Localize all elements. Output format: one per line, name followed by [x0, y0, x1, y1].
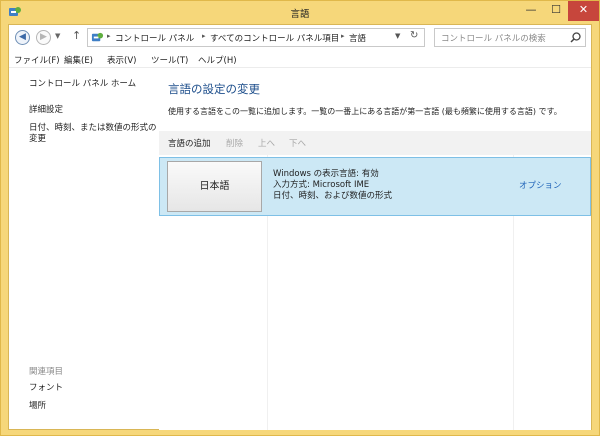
options-link[interactable]: オプション — [519, 179, 562, 191]
breadcrumb-all-items[interactable]: すべてのコントロール パネル項目 — [210, 32, 339, 44]
control-panel-home-link[interactable]: コントロール パネル ホーム — [29, 79, 136, 90]
language-details: Windows の表示言語: 有効 入力方式: Microsoft IME 日付… — [273, 169, 392, 202]
fonts-link[interactable]: フォント — [29, 383, 63, 394]
link-text-line: 変更 — [29, 134, 47, 144]
input-method: 入力方式: Microsoft IME — [273, 180, 370, 190]
control-panel-window: 言語 — ☐ ✕ ◀ ▶ ▼ ↑ ▸ コントロール パネル ▸ すべてのコントロ… — [0, 0, 600, 436]
advanced-settings-link[interactable]: 詳細設定 — [29, 105, 63, 116]
language-toolbar: 言語の追加 削除 上へ 下へ — [159, 131, 591, 155]
up-button[interactable]: ↑ — [72, 29, 81, 42]
address-bar[interactable]: ▸ コントロール パネル ▸ すべてのコントロール パネル項目 ▸ 言語 ▼ ↻ — [87, 28, 425, 47]
chevron-right-icon[interactable]: ▸ — [107, 32, 111, 40]
menu-help[interactable]: ヘルプ(H) — [198, 54, 237, 66]
language-button[interactable]: 日本語 — [167, 161, 262, 212]
breadcrumb-language[interactable]: 言語 — [349, 32, 366, 44]
format-info: 日付、時刻、および数値の形式 — [273, 191, 393, 201]
menu-file[interactable]: ファイル(F) — [14, 54, 60, 66]
menu-tools[interactable]: ツール(T) — [151, 54, 188, 66]
title-bar[interactable]: 言語 — ☐ ✕ — [1, 1, 599, 24]
left-pane: コントロール パネル ホーム 詳細設定 日付、時刻、または数値の形式の 変更 関… — [9, 68, 159, 430]
search-icon[interactable] — [569, 31, 582, 44]
display-language-status: Windows の表示言語: 有効 — [273, 169, 379, 179]
related-items-heading: 関連項目 — [29, 367, 64, 377]
navigation-bar: ◀ ▶ ▼ ↑ ▸ コントロール パネル ▸ すべてのコントロール パネル項目 — [9, 25, 591, 51]
close-button[interactable]: ✕ — [568, 1, 599, 21]
maximize-button[interactable]: ☐ — [544, 1, 568, 21]
recent-locations-dropdown[interactable]: ▼ — [55, 32, 60, 40]
link-text-line: 日付、時刻、または数値の形式の — [29, 123, 157, 133]
minimize-button[interactable]: — — [518, 1, 544, 21]
move-down-button[interactable]: 下へ — [289, 137, 306, 149]
refresh-icon[interactable]: ↻ — [410, 30, 418, 41]
language-list: 日本語 Windows の表示言語: 有効 入力方式: Microsoft IM… — [159, 155, 591, 430]
page-title: 言語の設定の変更 — [168, 82, 260, 96]
menu-view[interactable]: 表示(V) — [107, 54, 136, 66]
menu-edit[interactable]: 編集(E) — [64, 54, 93, 66]
menu-bar: ファイル(F) 編集(E) 表示(V) ツール(T) ヘルプ(H) — [9, 51, 591, 68]
window-title: 言語 — [290, 9, 310, 20]
forward-button[interactable]: ▶ — [36, 30, 51, 45]
change-date-time-format-link[interactable]: 日付、時刻、または数値の形式の 変更 — [29, 123, 157, 145]
add-language-button[interactable]: 言語の追加 — [168, 137, 211, 149]
location-link[interactable]: 場所 — [29, 401, 46, 412]
chevron-right-icon[interactable]: ▸ — [341, 32, 345, 40]
breadcrumb-control-panel[interactable]: コントロール パネル — [115, 32, 194, 44]
window-client-area: ◀ ▶ ▼ ↑ ▸ コントロール パネル ▸ すべてのコントロール パネル項目 — [8, 24, 592, 430]
arrow-left-icon: ◀ — [19, 32, 26, 42]
remove-button[interactable]: 削除 — [226, 137, 243, 149]
control-panel-icon — [91, 31, 104, 44]
back-button[interactable]: ◀ — [15, 30, 30, 45]
main-pane: 言語の設定の変更 使用する言語をこの一覧に追加します。一覧の一番上にある言語が第… — [159, 68, 591, 430]
chevron-right-icon[interactable]: ▸ — [202, 32, 206, 40]
search-input[interactable]: コントロール パネルの検索 — [441, 32, 546, 44]
page-description: 使用する言語をこの一覧に追加します。一覧の一番上にある言語が第一言語 (最も頻繁… — [168, 107, 562, 116]
move-up-button[interactable]: 上へ — [258, 137, 275, 149]
search-box[interactable]: コントロール パネルの検索 — [434, 28, 586, 47]
address-history-dropdown[interactable]: ▼ — [395, 32, 400, 40]
list-item[interactable]: 日本語 Windows の表示言語: 有効 入力方式: Microsoft IM… — [159, 157, 591, 216]
arrow-right-icon: ▶ — [40, 32, 47, 42]
